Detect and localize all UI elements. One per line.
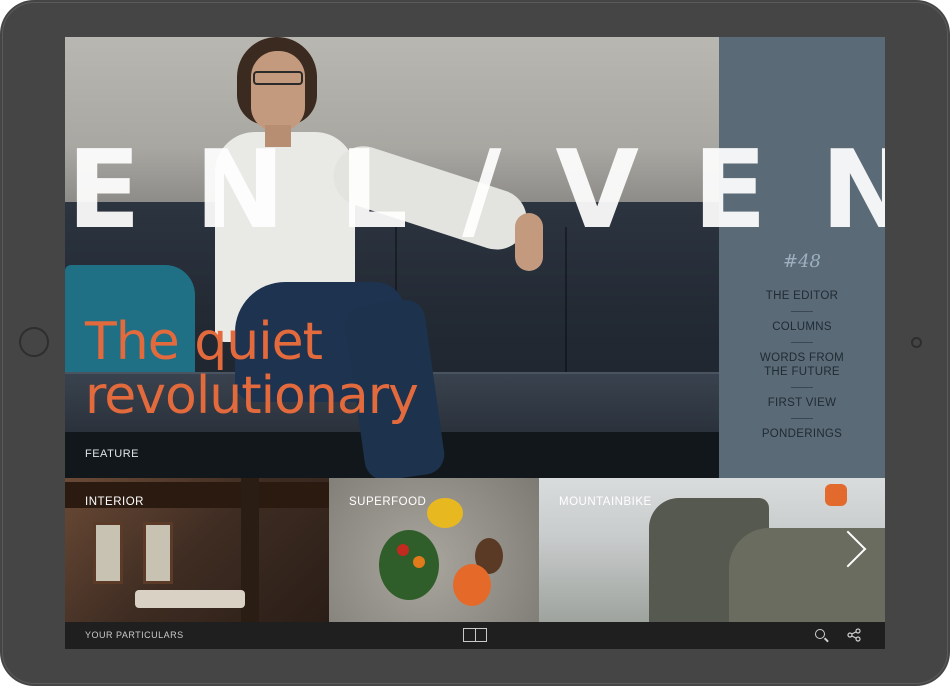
tomato-shape <box>397 544 409 556</box>
tile-interior[interactable]: INTERIOR <box>65 478 329 622</box>
face-shape <box>251 51 305 131</box>
feature-label: FEATURE <box>85 448 140 460</box>
tile-superfood[interactable]: SUPERFOOD <box>329 478 539 622</box>
article-tiles: INTERIOR SUPERFOOD MOUNTAINBIKE <box>65 478 885 622</box>
nav-divider <box>791 311 813 312</box>
starfruit-shape <box>427 498 463 528</box>
nav-divider <box>791 387 813 388</box>
search-icon[interactable] <box>815 629 825 639</box>
contents-nav: THE EDITOR COLUMNS WORDS FROM THE FUTURE… <box>719 289 885 441</box>
nav-item-label-line2: THE FUTURE <box>764 366 840 378</box>
feature-title[interactable]: The quiet revolutionary <box>85 315 505 423</box>
window-shape <box>143 522 173 584</box>
nav-divider <box>791 418 813 419</box>
nav-divider <box>791 342 813 343</box>
table-shape <box>135 590 245 608</box>
magazine-screen: The quiet revolutionary FEATURE #48 THE … <box>65 37 885 649</box>
share-icon[interactable] <box>847 628 861 642</box>
your-particulars-link[interactable]: YOUR PARTICULARS <box>85 630 184 640</box>
nav-item-columns[interactable]: COLUMNS <box>719 320 885 334</box>
nav-item-ponderings[interactable]: PONDERINGS <box>719 427 885 441</box>
tablet-frame: The quiet revolutionary FEATURE #48 THE … <box>0 0 950 686</box>
glasses-shape <box>253 71 303 85</box>
rider-shape <box>825 484 847 506</box>
masthead-logo: ENL/VEN <box>67 128 885 253</box>
issue-number: #48 <box>783 251 821 272</box>
tomato-shape <box>413 556 425 568</box>
nav-item-label-line1: WORDS FROM <box>759 352 845 364</box>
nav-item-words-from-the-future[interactable]: WORDS FROM THE FUTURE <box>719 351 885 379</box>
bottom-toolbar: YOUR PARTICULARS <box>65 622 885 649</box>
kale-shape <box>379 530 439 600</box>
kiwano-shape <box>453 564 491 606</box>
ledge-shape <box>729 528 885 622</box>
tile-label-mountainbike: MOUNTAINBIKE <box>559 496 652 508</box>
nav-item-the-editor[interactable]: THE EDITOR <box>719 289 885 303</box>
tile-label-interior: INTERIOR <box>85 496 144 508</box>
home-button[interactable] <box>19 327 49 357</box>
window-shape <box>93 522 123 584</box>
nav-item-first-view[interactable]: FIRST VIEW <box>719 396 885 410</box>
pages-icon[interactable] <box>463 628 487 642</box>
hero-photo[interactable]: The quiet revolutionary FEATURE <box>65 37 719 483</box>
contents-sidebar: #48 THE EDITOR COLUMNS WORDS FROM THE FU… <box>719 37 885 478</box>
camera-icon <box>911 337 922 348</box>
tile-label-superfood: SUPERFOOD <box>349 496 427 508</box>
